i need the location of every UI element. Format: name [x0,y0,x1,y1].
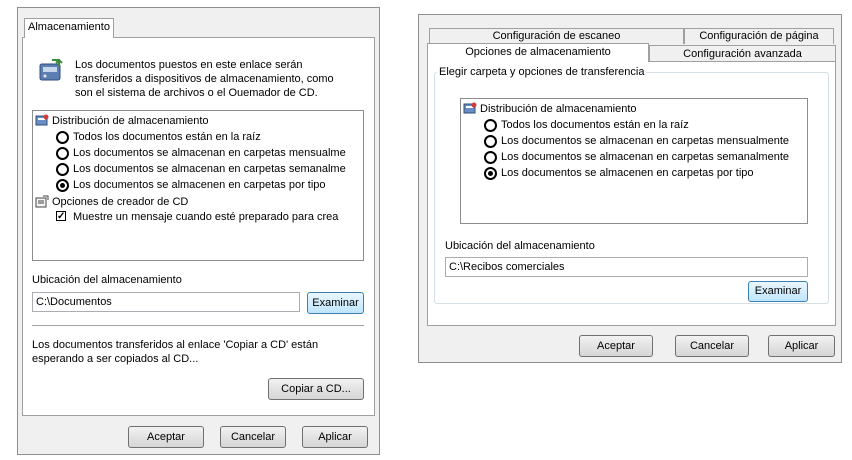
radio-root[interactable] [56,131,69,144]
description-line-2: transferidos a dispositivos de almacenam… [75,73,334,85]
section-cd-label: Opciones de creador de CD [52,196,189,208]
radio-root-label: Todos los documentos están en la raíz [73,131,261,143]
tab-advanced[interactable]: Configuración avanzada [649,45,836,62]
storage-device-icon [39,58,63,81]
radio-weekly-label: Los documentos se almacenan en carpetas … [501,151,790,163]
section-distribution-label: Distribución de almacenamiento [52,115,209,127]
separator [32,325,364,326]
tab-almacenamiento[interactable]: Almacenamiento [24,18,114,38]
apply-button[interactable]: Aplicar [768,335,835,357]
ok-button[interactable]: Aceptar [579,335,653,357]
description-line-1: Los documentos puestos en este enlace se… [75,59,303,71]
checkbox-cd-message[interactable]: ✓ [56,211,66,222]
browse-button[interactable]: Examinar [748,281,808,302]
radio-weekly[interactable] [484,151,497,164]
storage-options-list[interactable]: Distribución de almacenamiento Todos los… [32,110,364,261]
tab-storage-options[interactable]: Opciones de almacenamiento [427,43,649,62]
ok-button[interactable]: Aceptar [128,426,204,448]
radio-weekly-label: Los documentos se almacenan en carpetas … [73,163,346,175]
description-line-3: son el sistema de archivos o el Ouemador… [75,87,318,99]
cd-text-line-1: Los documentos transferidos al enlace 'C… [32,339,319,351]
radio-monthly-label: Los documentos se almacenan en carpetas … [73,147,346,159]
cancel-button[interactable]: Cancelar [220,426,286,448]
cancel-button[interactable]: Cancelar [675,335,749,357]
radio-by-type-label: Los documentos se almacenen en carpetas … [501,167,754,179]
radio-monthly-label: Los documentos se almacenan en carpetas … [501,135,790,147]
tab-page-settings[interactable]: Configuración de página [684,28,834,44]
radio-by-type-label: Los documentos se almacenen en carpetas … [73,179,326,191]
tab-label: Opciones de almacenamiento [465,46,611,58]
tab-panel: Elegir carpeta y opciones de transferenc… [427,61,836,326]
checkbox-cd-message-label: Muestre un mensaje cuando esté preparado… [73,211,339,223]
browse-button[interactable]: Examinar [307,292,364,314]
radio-monthly[interactable] [56,147,69,160]
radio-root[interactable] [484,119,497,132]
storage-dialog-right: Configuración de escaneo Configuración d… [418,14,842,363]
location-label: Ubicación del almacenamiento [32,274,182,286]
distribution-icon [35,114,49,126]
radio-by-type[interactable] [484,167,497,180]
radio-root-label: Todos los documentos están en la raíz [501,119,689,131]
location-label: Ubicación del almacenamiento [445,240,595,252]
location-input[interactable]: C:\Documentos [32,292,300,312]
distribution-list[interactable]: Distribución de almacenamiento Todos los… [460,98,808,224]
cd-creator-icon [35,195,49,208]
tab-label: Configuración avanzada [683,48,802,60]
tab-label: Configuración de escaneo [492,30,621,42]
tab-scan-settings[interactable]: Configuración de escaneo [429,28,684,44]
cd-text-line-2: esperando a ser copiados al CD... [32,353,199,365]
location-input[interactable]: C:\Recibos comerciales [445,257,808,277]
group-title: Elegir carpeta y opciones de transferenc… [437,66,647,78]
apply-button[interactable]: Aplicar [302,426,368,448]
distribution-icon [463,102,477,114]
tab-label: Almacenamiento [28,21,110,33]
radio-by-type[interactable] [56,179,69,192]
tab-label: Configuración de página [699,30,819,42]
radio-monthly[interactable] [484,135,497,148]
copy-cd-button[interactable]: Copiar a CD... [268,378,364,400]
section-distribution-label: Distribución de almacenamiento [480,103,637,115]
storage-dialog-left: Almacenamiento Los documentos puestos en… [17,7,380,455]
radio-weekly[interactable] [56,163,69,176]
tab-panel: Los documentos puestos en este enlace se… [22,37,375,416]
